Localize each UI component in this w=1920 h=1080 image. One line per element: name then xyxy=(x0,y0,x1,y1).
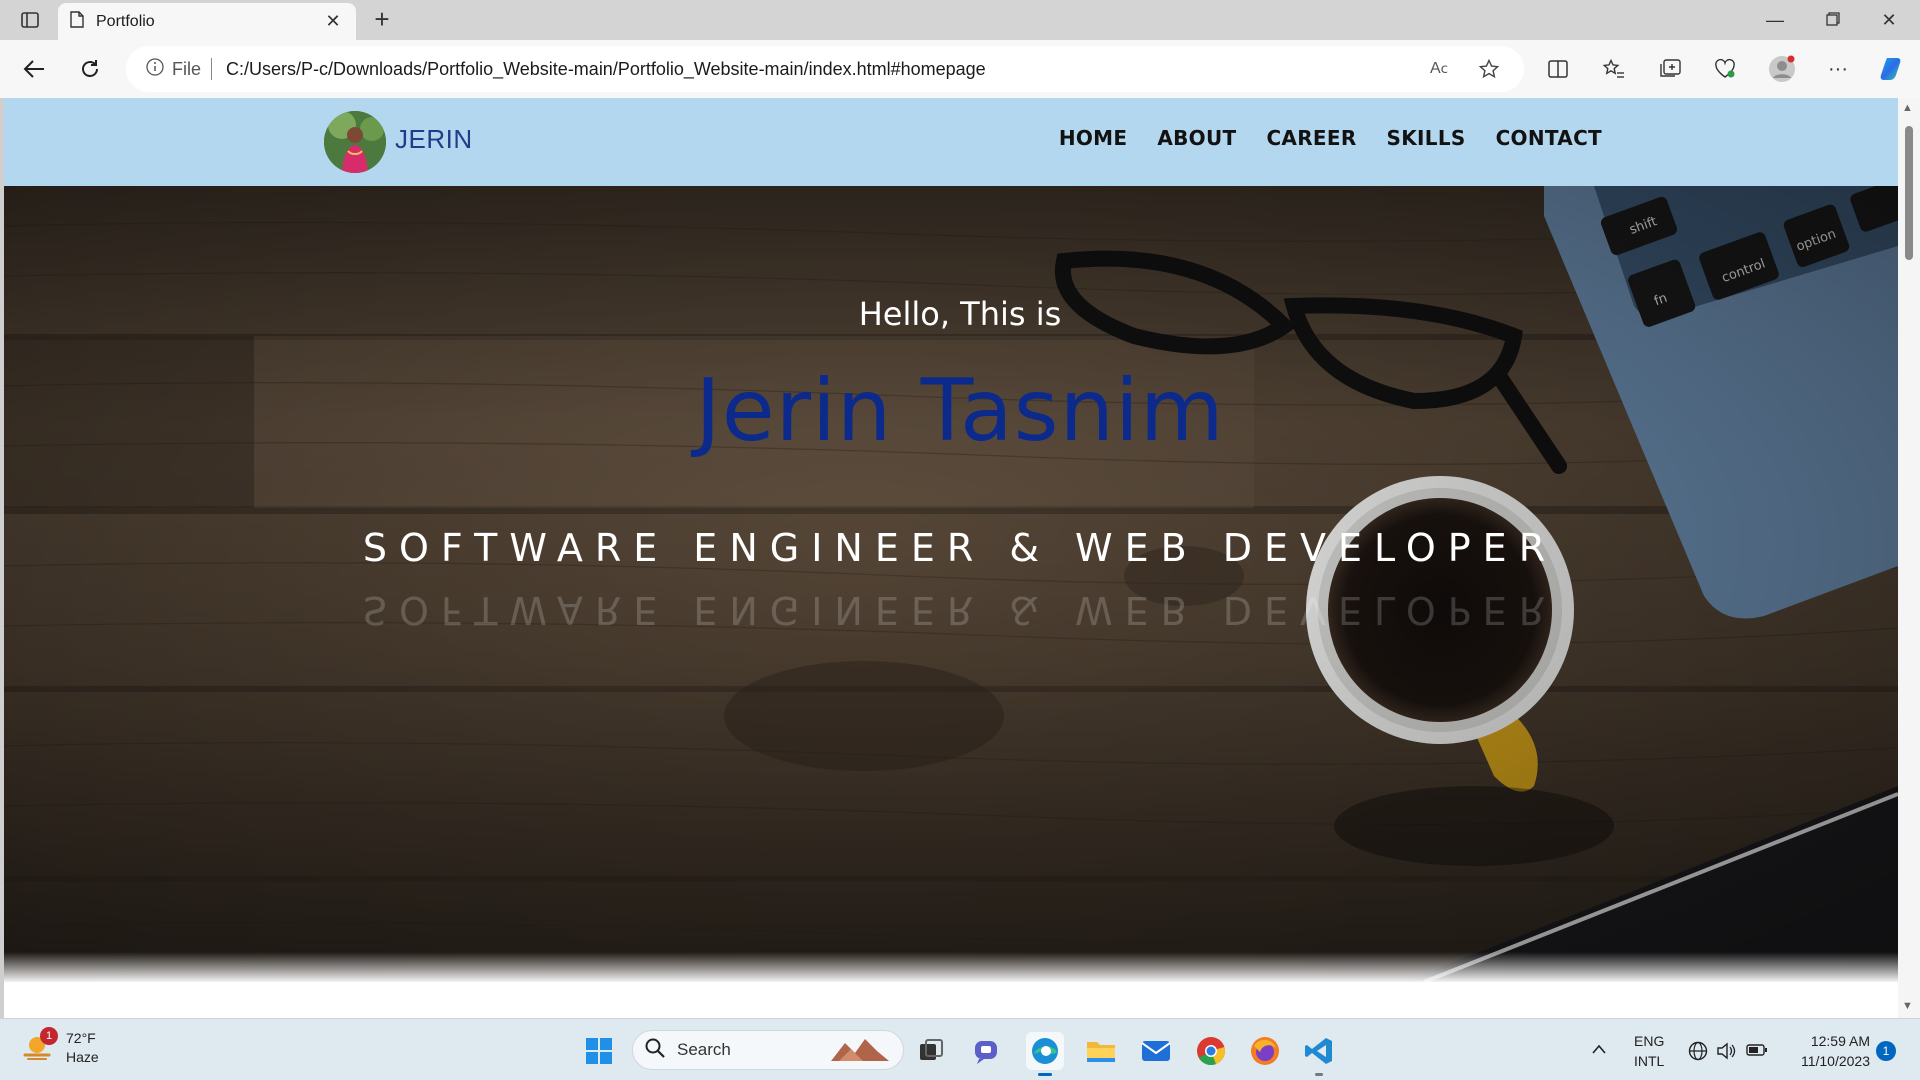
address-bar[interactable]: File C:/Users/P-c/Downloads/Portfolio_We… xyxy=(126,46,1524,92)
new-tab-button[interactable]: + xyxy=(368,6,396,34)
network-icon[interactable] xyxy=(1688,1041,1708,1064)
more-options-icon[interactable]: ··· xyxy=(1822,53,1854,85)
hero-name: Jerin Tasnim xyxy=(695,361,1225,461)
nav-career[interactable]: CAREER xyxy=(1266,126,1356,150)
clock-time: 12:59 AM xyxy=(1810,1033,1870,1049)
favorites-icon[interactable] xyxy=(1598,53,1630,85)
site-nav: HOME ABOUT CAREER SKILLS CONTACT xyxy=(1059,126,1602,150)
volume-icon[interactable] xyxy=(1716,1041,1736,1064)
clock-date: 11/10/2023 xyxy=(1800,1053,1870,1069)
close-tab-icon[interactable]: ✕ xyxy=(322,11,344,32)
weather-badge: 1 xyxy=(40,1027,58,1045)
browser-tab-bar: Portfolio ✕ + — ✕ xyxy=(0,0,1920,40)
profile-avatar[interactable] xyxy=(1766,53,1798,85)
language-code: ENG xyxy=(1634,1033,1665,1049)
address-scheme: File xyxy=(172,58,202,79)
collections-icon[interactable] xyxy=(1654,53,1686,85)
back-button[interactable] xyxy=(18,53,50,85)
scroll-down-icon[interactable]: ▼ xyxy=(1902,1000,1913,1012)
address-url[interactable]: C:/Users/P-c/Downloads/Portfolio_Website… xyxy=(226,59,1404,80)
battery-icon[interactable] xyxy=(1746,1043,1768,1060)
start-button[interactable] xyxy=(580,1032,618,1070)
firefox-icon[interactable] xyxy=(1246,1032,1284,1070)
file-explorer-icon[interactable] xyxy=(1082,1032,1120,1070)
tab-title: Portfolio xyxy=(96,12,155,30)
site-logo-text[interactable]: JERIN xyxy=(395,124,473,155)
language-indicator[interactable]: ENG INTL xyxy=(1634,1031,1664,1071)
page-icon xyxy=(70,10,84,33)
favorite-star-icon[interactable] xyxy=(1474,54,1504,84)
nav-home[interactable]: HOME xyxy=(1059,126,1128,150)
close-window-button[interactable]: ✕ xyxy=(1866,6,1912,34)
site-header: JERIN HOME ABOUT CAREER SKILLS CONTACT xyxy=(4,98,1898,186)
scroll-up-icon[interactable]: ▲ xyxy=(1902,102,1913,114)
hero-role-reflection: SOFTWARE ENGINEER & WEB DEVELOPER xyxy=(362,588,1558,632)
scroll-thumb[interactable] xyxy=(1905,126,1913,260)
refresh-button[interactable] xyxy=(74,53,106,85)
address-separator xyxy=(211,58,213,80)
nav-about[interactable]: ABOUT xyxy=(1157,126,1236,150)
running-app-indicator xyxy=(1315,1073,1323,1076)
browser-essentials-icon[interactable] xyxy=(1709,53,1741,85)
keyboard-layout: INTL xyxy=(1634,1053,1665,1069)
page-viewport: JERIN HOME ABOUT CAREER SKILLS CONTACT H… xyxy=(4,98,1898,1018)
weather-widget[interactable]: 1 72°F Haze xyxy=(22,1027,99,1067)
hero-role: SOFTWARE ENGINEER & WEB DEVELOPER xyxy=(362,526,1558,570)
copilot-icon[interactable] xyxy=(1876,53,1908,85)
vscode-icon[interactable] xyxy=(1300,1032,1338,1076)
minimize-button[interactable]: — xyxy=(1752,6,1798,34)
nav-skills[interactable]: SKILLS xyxy=(1387,126,1466,150)
split-screen-icon[interactable] xyxy=(1542,53,1574,85)
task-view-icon[interactable] xyxy=(912,1032,950,1070)
windows-taskbar: 1 72°F Haze Search ENG INTL 12:59 AM 11/… xyxy=(0,1018,1920,1080)
system-clock[interactable]: 12:59 AM 11/10/2023 xyxy=(1786,1031,1870,1071)
read-aloud-icon[interactable]: Aⅽ xyxy=(1424,54,1454,84)
taskbar-search[interactable]: Search xyxy=(632,1030,904,1070)
search-label: Search xyxy=(677,1040,731,1059)
hero-greeting: Hello, This is xyxy=(858,295,1062,333)
search-icon xyxy=(645,1038,665,1063)
restore-button[interactable] xyxy=(1810,6,1856,34)
hero-section: shift fn control option Hello, This is J… xyxy=(4,186,1898,982)
browser-tab[interactable]: Portfolio ✕ xyxy=(58,3,356,40)
weather-temp: 72°F xyxy=(66,1030,96,1046)
active-app-indicator xyxy=(1038,1073,1052,1076)
show-hidden-icons[interactable] xyxy=(1592,1041,1606,1057)
info-icon[interactable] xyxy=(146,58,164,80)
notification-badge[interactable]: 1 xyxy=(1876,1041,1896,1061)
tab-actions-icon[interactable] xyxy=(14,8,46,32)
nav-contact[interactable]: CONTACT xyxy=(1496,126,1602,150)
logo-avatar[interactable] xyxy=(324,111,386,173)
hero-bottom-fade xyxy=(4,952,1898,982)
weather-condition: Haze xyxy=(66,1049,99,1065)
mail-icon[interactable] xyxy=(1137,1032,1175,1070)
chrome-icon[interactable] xyxy=(1192,1032,1230,1070)
search-highlight-icon xyxy=(829,1033,891,1068)
page-scrollbar[interactable]: ▲ ▼ xyxy=(1898,98,1920,1018)
browser-toolbar: File C:/Users/P-c/Downloads/Portfolio_We… xyxy=(0,40,1920,98)
teams-chat-icon[interactable] xyxy=(968,1032,1006,1070)
edge-browser-icon[interactable] xyxy=(1026,1032,1064,1076)
